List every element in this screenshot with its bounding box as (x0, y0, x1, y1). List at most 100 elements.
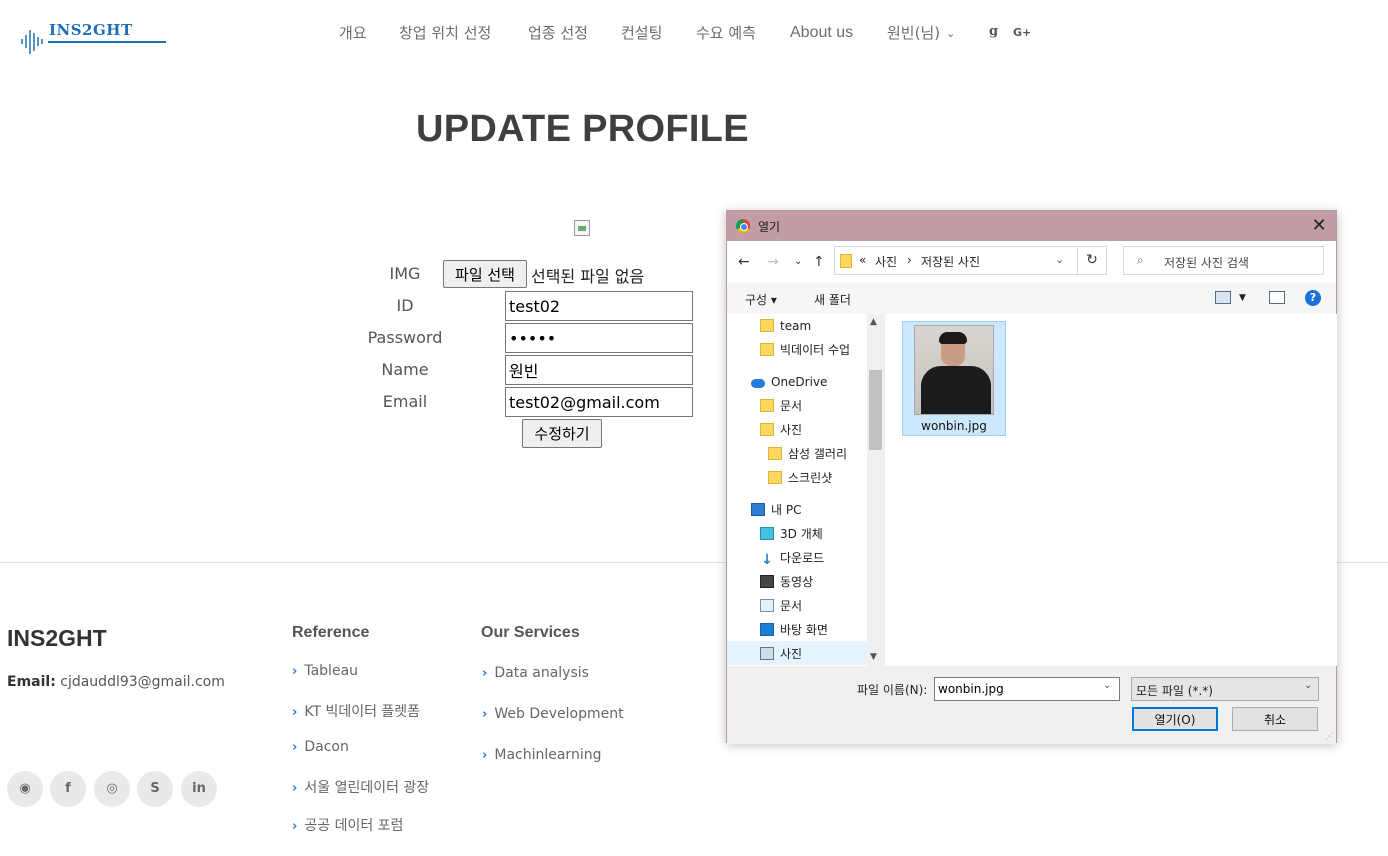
tree-scrollbar[interactable]: ▲ ▼ (867, 314, 884, 666)
reference-link-kt[interactable]: › KT 빅데이터 플렛폼 (292, 701, 420, 721)
organize-button[interactable]: 구성 ▾ (745, 291, 777, 308)
nav-item-consulting[interactable]: 컨설팅 (621, 22, 662, 43)
preview-pane-icon[interactable] (1269, 291, 1285, 304)
tree-item[interactable]: 삼성 갤러리 (768, 443, 847, 465)
breadcrumb-overflow[interactable]: « (859, 253, 866, 267)
footer-email: Email: cjdauddl93@gmail.com (7, 674, 225, 690)
tree-item[interactable]: 3D 개체 (760, 523, 823, 545)
recent-locations-chevron-icon[interactable]: ⌄ (794, 256, 802, 267)
forward-arrow-icon[interactable]: → (767, 254, 779, 270)
folder-icon (760, 399, 774, 412)
tree-item[interactable]: ↓ 다운로드 (760, 547, 824, 569)
skype-icon[interactable]: S (137, 771, 173, 807)
folder-icon (840, 254, 852, 268)
open-button[interactable]: 열기(O) (1132, 707, 1218, 731)
tree-item[interactable]: 스크린샷 (768, 467, 832, 489)
breadcrumb-pictures[interactable]: 사진 (875, 253, 897, 270)
tree-item[interactable]: OneDrive (751, 371, 827, 393)
back-arrow-icon[interactable]: ← (738, 254, 750, 270)
nav-item-location[interactable]: 창업 위치 선정 (399, 22, 491, 43)
search-box[interactable]: ⌕ 저장된 사진 검색 (1123, 246, 1324, 275)
refresh-icon[interactable]: ↻ (1077, 246, 1107, 275)
change-view-icon[interactable] (1215, 291, 1231, 304)
footer-email-label: Email: (7, 674, 56, 690)
service-link-web-development[interactable]: › Web Development (482, 706, 624, 722)
search-icon: ⌕ (1137, 253, 1144, 267)
link-label: Dacon (304, 739, 349, 755)
reference-link-public-data[interactable]: › 공공 데이터 포럼 (292, 815, 403, 835)
chevron-down-icon[interactable]: ⌄ (1103, 680, 1111, 691)
link-label: Data analysis (494, 665, 589, 681)
linkedin-icon[interactable]: in (181, 771, 217, 807)
resize-grip-icon[interactable]: ⋰ (1325, 732, 1334, 742)
file-open-dialog: 열기 ✕ ← → ⌄ ↑ « 사진 › 저장된 사진 ⌄ ↻ ⌕ 저장된 사진 … (726, 210, 1337, 744)
tree-item-label: 문서 (780, 599, 803, 613)
email-input[interactable] (505, 387, 693, 417)
chevron-right-icon: › (292, 781, 298, 796)
close-icon[interactable]: ✕ (1308, 215, 1330, 237)
file-item[interactable]: wonbin.jpg (902, 321, 1006, 436)
reference-link-dacon[interactable]: › Dacon (292, 739, 349, 755)
tree-item-label: 사진 (780, 423, 803, 437)
scrollbar-thumb[interactable] (869, 370, 882, 450)
view-dropdown-icon[interactable]: ▼ (1239, 293, 1246, 303)
up-arrow-icon[interactable]: ↑ (813, 254, 825, 270)
reference-link-seoul-data[interactable]: › 서울 열린데이터 광장 (292, 777, 429, 797)
service-link-machine-learning[interactable]: › Machinlearning (482, 747, 601, 763)
id-input[interactable] (505, 291, 693, 321)
tree-item[interactable]: 빅데이터 수업 (760, 339, 850, 361)
nav-item-business-type[interactable]: 업종 선정 (528, 22, 588, 43)
tree-item[interactable]: 동영상 (760, 571, 813, 593)
dialog-titlebar[interactable]: 열기 ✕ (727, 211, 1336, 241)
link-label: Machinlearning (494, 747, 602, 763)
tree-item[interactable]: 문서 (760, 395, 802, 417)
instagram-icon[interactable]: ◎ (94, 771, 130, 807)
tree-item[interactable]: 사진 (760, 643, 802, 665)
password-input[interactable] (505, 323, 693, 353)
chevron-down-icon[interactable]: ⌄ (1304, 680, 1312, 691)
cancel-button[interactable]: 취소 (1232, 707, 1318, 731)
navigation-tree: team 빅데이터 수업 OneDrive 문서 사진 삼성 갤러리 스크린샷 … (727, 314, 884, 666)
scroll-down-icon[interactable]: ▼ (870, 652, 877, 662)
chevron-down-icon[interactable]: ⌄ (1055, 253, 1064, 266)
choose-file-button[interactable]: 파일 선택 (443, 260, 527, 288)
tree-item[interactable]: 바탕 화면 (760, 619, 828, 641)
user-menu-label: 원빈(님) (887, 24, 941, 42)
folder-icon (768, 471, 782, 484)
google-plus-icon[interactable]: G+ (1013, 26, 1031, 39)
breadcrumb-saved-pictures[interactable]: 저장된 사진 (921, 253, 980, 270)
reference-link-tableau[interactable]: › Tableau (292, 663, 358, 679)
tree-item[interactable]: 사진 (760, 419, 802, 441)
scroll-up-icon[interactable]: ▲ (870, 317, 877, 327)
tree-item-label: team (780, 319, 812, 333)
glyph-g-icon[interactable]: g (989, 24, 998, 39)
nav-item-about[interactable]: About us (790, 24, 853, 42)
img-label: IMG (389, 264, 421, 283)
breadcrumb-separator: › (907, 253, 912, 267)
github-icon[interactable]: ◉ (7, 771, 43, 807)
facebook-icon[interactable]: f (50, 771, 86, 807)
new-folder-button[interactable]: 새 폴더 (814, 291, 851, 308)
nav-item-demand-forecast[interactable]: 수요 예측 (696, 22, 756, 43)
dialog-footer: 파일 이름(N): ⌄ 모든 파일 (*.*) ⌄ 열기(O) 취소 ⋰ (727, 666, 1336, 744)
tree-item[interactable]: 문서 (760, 595, 802, 617)
service-link-data-analysis[interactable]: › Data analysis (482, 665, 589, 681)
address-bar[interactable]: « 사진 › 저장된 사진 ⌄ (834, 246, 1104, 275)
name-input[interactable] (505, 355, 693, 385)
nav-item-user-menu[interactable]: 원빈(님) ⌄ (887, 22, 955, 43)
filename-input[interactable] (934, 677, 1120, 701)
update-button[interactable]: 수정하기 (522, 419, 602, 448)
folder-icon (760, 319, 774, 332)
video-icon (760, 575, 774, 588)
filetype-select[interactable]: 모든 파일 (*.*) (1131, 677, 1319, 701)
id-label: ID (396, 296, 414, 315)
profile-image (574, 220, 590, 236)
pc-icon (751, 503, 765, 516)
onedrive-icon (751, 379, 765, 388)
tree-item-label: 동영상 (780, 575, 814, 589)
tree-item-label: 문서 (780, 399, 803, 413)
nav-item-overview[interactable]: 개요 (339, 22, 367, 43)
tree-item[interactable]: 내 PC (751, 499, 801, 521)
help-icon[interactable]: ? (1305, 290, 1321, 306)
tree-item[interactable]: team (760, 315, 811, 337)
